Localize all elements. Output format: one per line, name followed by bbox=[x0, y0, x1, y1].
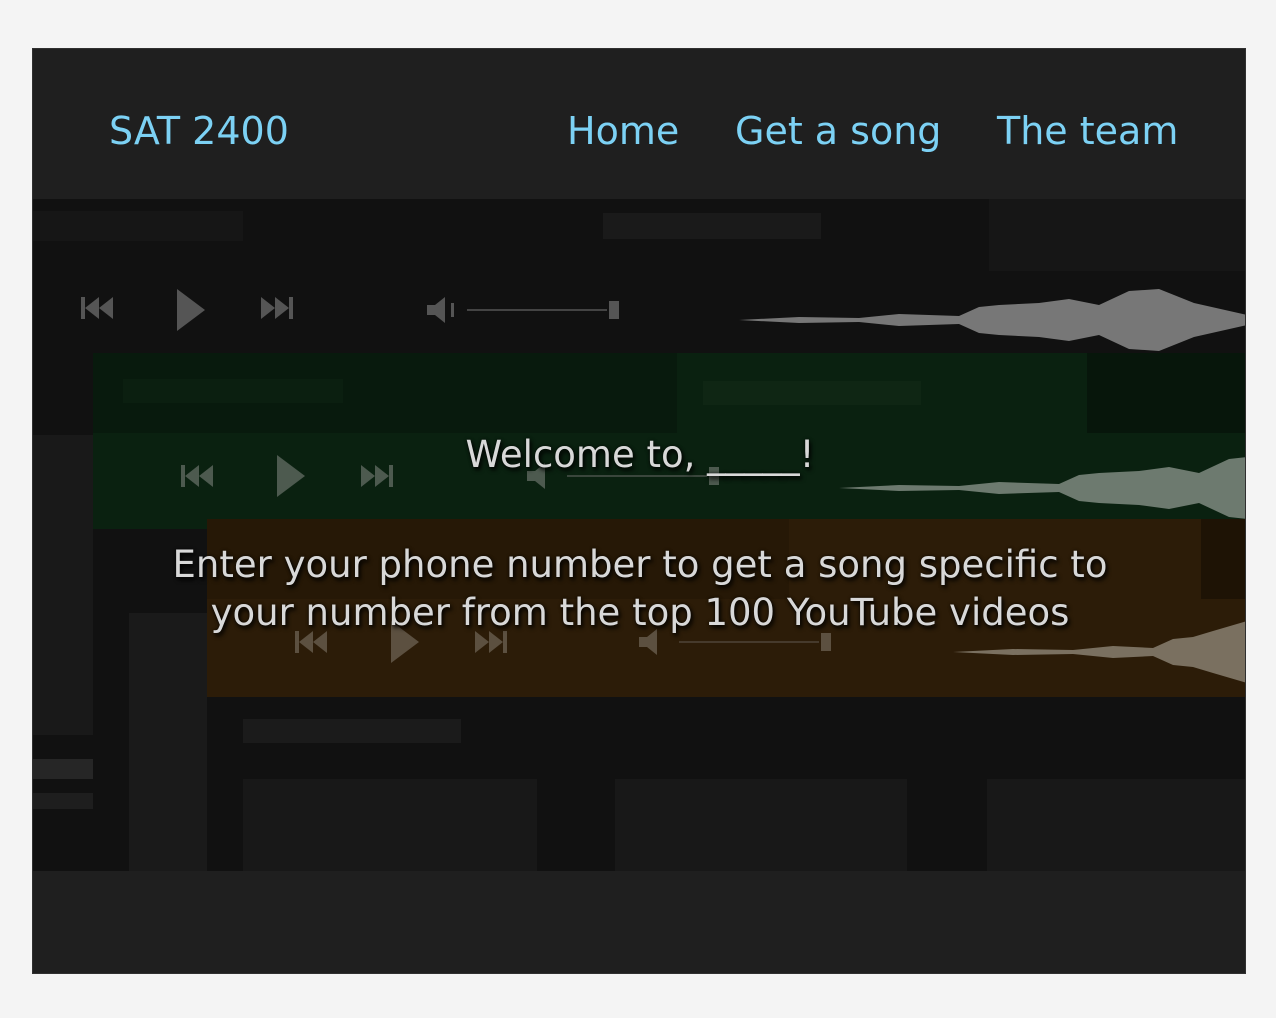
play-icon bbox=[177, 289, 205, 331]
volume-icon bbox=[427, 297, 619, 323]
background-panel bbox=[987, 779, 1245, 871]
welcome-heading: Welcome to, _____! bbox=[465, 433, 815, 476]
background-panel bbox=[129, 613, 207, 871]
hero-section: Welcome to, _____! Enter your phone numb… bbox=[33, 199, 1245, 871]
background-panel bbox=[243, 779, 537, 871]
waveform bbox=[739, 289, 1245, 351]
hero-subtitle-line: your number from the top 100 YouTube vid… bbox=[210, 591, 1070, 634]
app-frame: SAT 2400 Home Get a song The team Welcom… bbox=[32, 48, 1246, 974]
background-panel bbox=[989, 199, 1245, 271]
background-panel bbox=[615, 779, 907, 871]
skip-forward-icon bbox=[261, 297, 293, 319]
background-panel bbox=[1087, 353, 1245, 433]
background-panel bbox=[33, 793, 93, 809]
footer bbox=[33, 871, 1245, 973]
background-panel bbox=[33, 211, 243, 241]
hero-subtitle: Enter your phone number to get a song sp… bbox=[33, 541, 1245, 637]
background-panel bbox=[123, 379, 343, 403]
navbar: SAT 2400 Home Get a song The team bbox=[33, 49, 1245, 199]
background-panel bbox=[33, 759, 93, 779]
background-panel bbox=[243, 719, 461, 743]
hero-subtitle-line: Enter your phone number to get a song sp… bbox=[172, 543, 1108, 586]
brand-link[interactable]: SAT 2400 bbox=[109, 107, 289, 155]
nav-link-get-a-song[interactable]: Get a song bbox=[735, 107, 941, 155]
nav-link-home[interactable]: Home bbox=[567, 107, 679, 155]
skip-back-icon bbox=[81, 297, 113, 319]
background-panel bbox=[603, 213, 821, 239]
background-panel bbox=[703, 381, 921, 405]
nav-link-the-team[interactable]: The team bbox=[997, 107, 1178, 155]
